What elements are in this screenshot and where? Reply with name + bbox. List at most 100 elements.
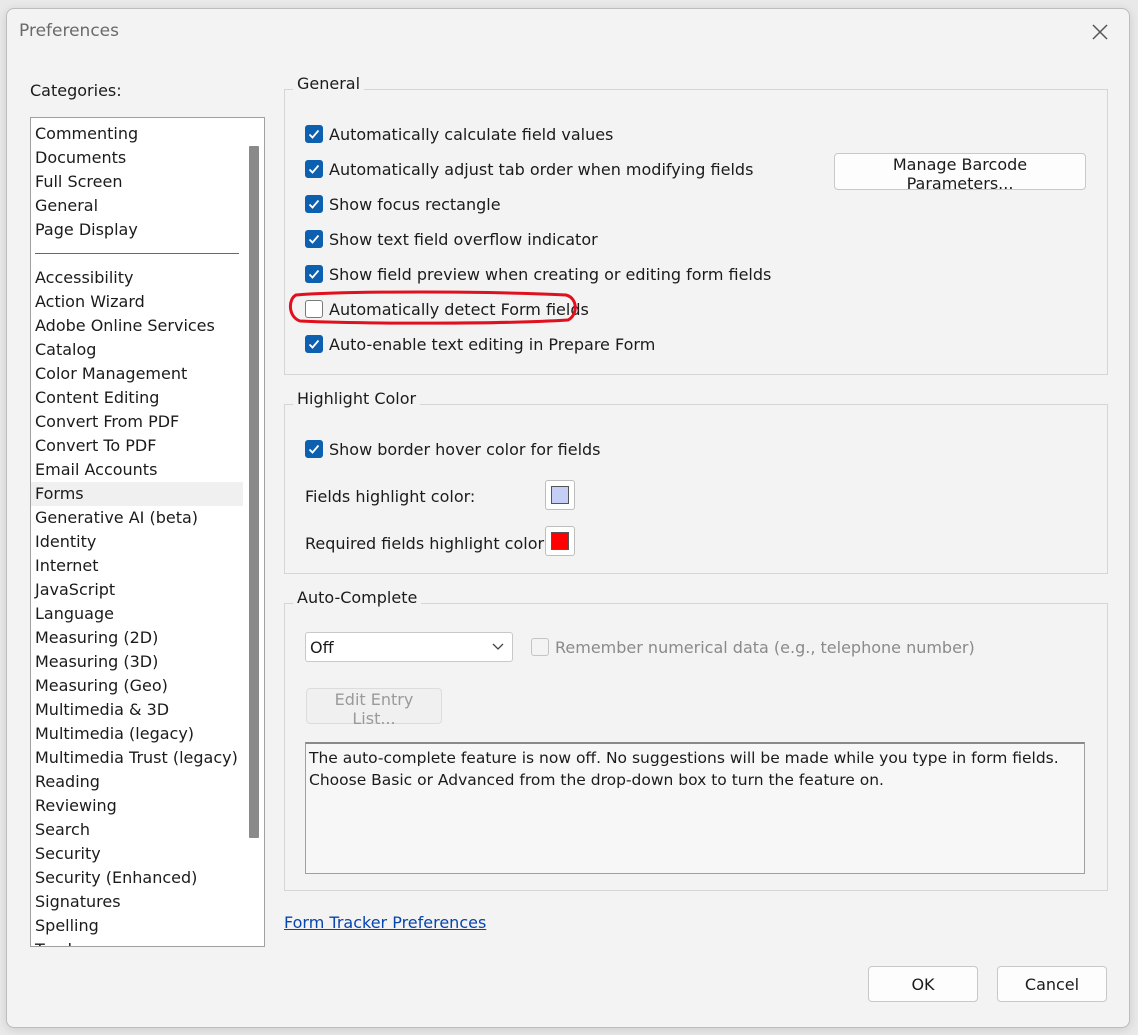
checkbox-unchecked[interactable]	[305, 300, 323, 318]
category-item[interactable]: Catalog	[31, 338, 243, 362]
scrollbar-thumb[interactable]	[249, 146, 259, 838]
general-group: General Automatically calculate field va…	[284, 74, 1108, 375]
category-item[interactable]: Spelling	[31, 914, 243, 938]
checkbox-checked[interactable]	[305, 265, 323, 283]
category-item[interactable]: Documents	[31, 146, 243, 170]
close-icon	[1092, 24, 1108, 40]
categories-scrollbar[interactable]	[244, 118, 264, 946]
manage-barcode-parameters-button[interactable]: Manage Barcode Parameters...	[834, 153, 1086, 193]
title-bar: Preferences	[7, 9, 1129, 53]
category-separator	[35, 253, 239, 254]
category-item[interactable]: JavaScript	[31, 578, 243, 602]
auto-complete-select-value: Off	[310, 638, 334, 657]
required-fields-highlight-color-label: Required fields highlight color:	[305, 534, 550, 553]
category-item[interactable]: Reviewing	[31, 794, 243, 818]
general-option-label: Show field preview when creating or edit…	[329, 264, 772, 284]
fields-highlight-color-label: Fields highlight color:	[305, 487, 476, 506]
category-item[interactable]: Content Editing	[31, 386, 243, 410]
checkbox-checked[interactable]	[305, 195, 323, 213]
category-item[interactable]: Generative AI (beta)	[31, 506, 243, 530]
general-option-label: Show focus rectangle	[329, 194, 501, 214]
general-option-label: Auto-enable text editing in Prepare Form	[329, 334, 656, 354]
cancel-button[interactable]: Cancel	[997, 966, 1107, 1002]
checkmark-icon	[308, 339, 320, 349]
fields-highlight-color-picker[interactable]	[545, 480, 575, 510]
general-option-label: Show text field overflow indicator	[329, 229, 598, 249]
category-item[interactable]: Search	[31, 818, 243, 842]
highlight-color-group: Highlight Color Show border hover color …	[284, 389, 1108, 574]
category-item[interactable]: Measuring (3D)	[31, 650, 243, 674]
checkmark-icon	[308, 444, 320, 454]
highlight-legend: Highlight Color	[293, 389, 421, 408]
category-item[interactable]: Convert To PDF	[31, 434, 243, 458]
auto-complete-description: The auto-complete feature is now off. No…	[305, 742, 1085, 874]
category-item[interactable]: Accessibility	[31, 266, 243, 290]
category-item[interactable]: Identity	[31, 530, 243, 554]
checkmark-icon	[308, 269, 320, 279]
remember-numerical-label: Remember numerical data (e.g., telephone…	[555, 637, 975, 657]
general-option-label: Automatically calculate field values	[329, 124, 614, 144]
checkbox-checked[interactable]	[305, 230, 323, 248]
auto-complete-group: Auto-Complete Off Remember numerical dat…	[284, 588, 1108, 891]
checkbox-checked[interactable]	[305, 160, 323, 178]
category-item[interactable]: Multimedia & 3D	[31, 698, 243, 722]
general-option-row[interactable]: Automatically detect Form fields	[305, 297, 589, 321]
general-legend: General	[293, 74, 365, 93]
checkmark-icon	[308, 234, 320, 244]
category-item[interactable]: Convert From PDF	[31, 410, 243, 434]
category-item[interactable]: Commenting	[31, 122, 243, 146]
category-item[interactable]: Page Display	[31, 218, 243, 242]
category-item[interactable]: Email Accounts	[31, 458, 243, 482]
general-option-row[interactable]: Auto-enable text editing in Prepare Form	[305, 332, 655, 356]
category-item[interactable]: Full Screen	[31, 170, 243, 194]
preferences-dialog: Preferences Categories: Commenting Docume…	[6, 8, 1130, 1028]
required-fields-highlight-color-picker[interactable]	[545, 526, 575, 556]
general-option-label: Automatically adjust tab order when modi…	[329, 159, 754, 179]
checkbox-checked[interactable]	[305, 335, 323, 353]
general-option-row[interactable]: Show field preview when creating or edit…	[305, 262, 771, 286]
category-item[interactable]: Multimedia Trust (legacy)	[31, 746, 243, 770]
categories-list[interactable]: Commenting Documents Full Screen General Pag…	[30, 117, 265, 947]
checkmark-icon	[308, 199, 320, 209]
category-item[interactable]: Color Management	[31, 362, 243, 386]
category-item[interactable]: General	[31, 194, 243, 218]
auto-complete-legend: Auto-Complete	[293, 588, 422, 607]
category-item[interactable]: Tracker	[31, 938, 243, 946]
category-item[interactable]: Signatures	[31, 890, 243, 914]
category-item[interactable]: Internet	[31, 554, 243, 578]
category-item[interactable]: Multimedia (legacy)	[31, 722, 243, 746]
checkbox-disabled[interactable]	[531, 638, 549, 656]
remember-numerical-checkbox-row[interactable]: Remember numerical data (e.g., telephone…	[531, 635, 975, 659]
category-item[interactable]: Security	[31, 842, 243, 866]
dialog-title: Preferences	[19, 21, 119, 41]
ok-button[interactable]: OK	[868, 966, 978, 1002]
edit-entry-list-button[interactable]: Edit Entry List...	[306, 688, 442, 728]
category-item[interactable]: Measuring (Geo)	[31, 674, 243, 698]
categories-items: Commenting Documents Full Screen General Pag…	[31, 122, 243, 946]
category-item[interactable]: Language	[31, 602, 243, 626]
categories-label: Categories:	[30, 81, 122, 100]
form-tracker-preferences-link[interactable]: Form Tracker Preferences	[284, 913, 486, 932]
show-border-hover-label: Show border hover color for fields	[329, 439, 601, 459]
checkmark-icon	[308, 129, 320, 139]
general-option-label: Automatically detect Form fields	[329, 299, 589, 319]
checkmark-icon	[308, 164, 320, 174]
close-button[interactable]	[1087, 19, 1113, 45]
general-option-row[interactable]: Automatically adjust tab order when modi…	[305, 157, 753, 181]
checkbox-checked[interactable]	[305, 440, 323, 458]
category-item[interactable]: Reading	[31, 770, 243, 794]
general-option-row[interactable]: Automatically calculate field values	[305, 122, 613, 146]
category-item[interactable]: Action Wizard	[31, 290, 243, 314]
general-option-row[interactable]: Show text field overflow indicator	[305, 227, 598, 251]
category-item[interactable]: Adobe Online Services	[31, 314, 243, 338]
auto-complete-select[interactable]: Off	[305, 632, 513, 662]
chevron-down-icon	[492, 643, 504, 650]
show-border-hover-checkbox-row[interactable]: Show border hover color for fields	[305, 437, 601, 461]
required-fields-highlight-color-swatch	[551, 532, 569, 550]
fields-highlight-color-swatch	[551, 486, 569, 504]
general-option-row[interactable]: Show focus rectangle	[305, 192, 501, 216]
category-item[interactable]: Security (Enhanced)	[31, 866, 243, 890]
checkbox-checked[interactable]	[305, 125, 323, 143]
category-item[interactable]: Forms	[31, 482, 243, 506]
category-item[interactable]: Measuring (2D)	[31, 626, 243, 650]
